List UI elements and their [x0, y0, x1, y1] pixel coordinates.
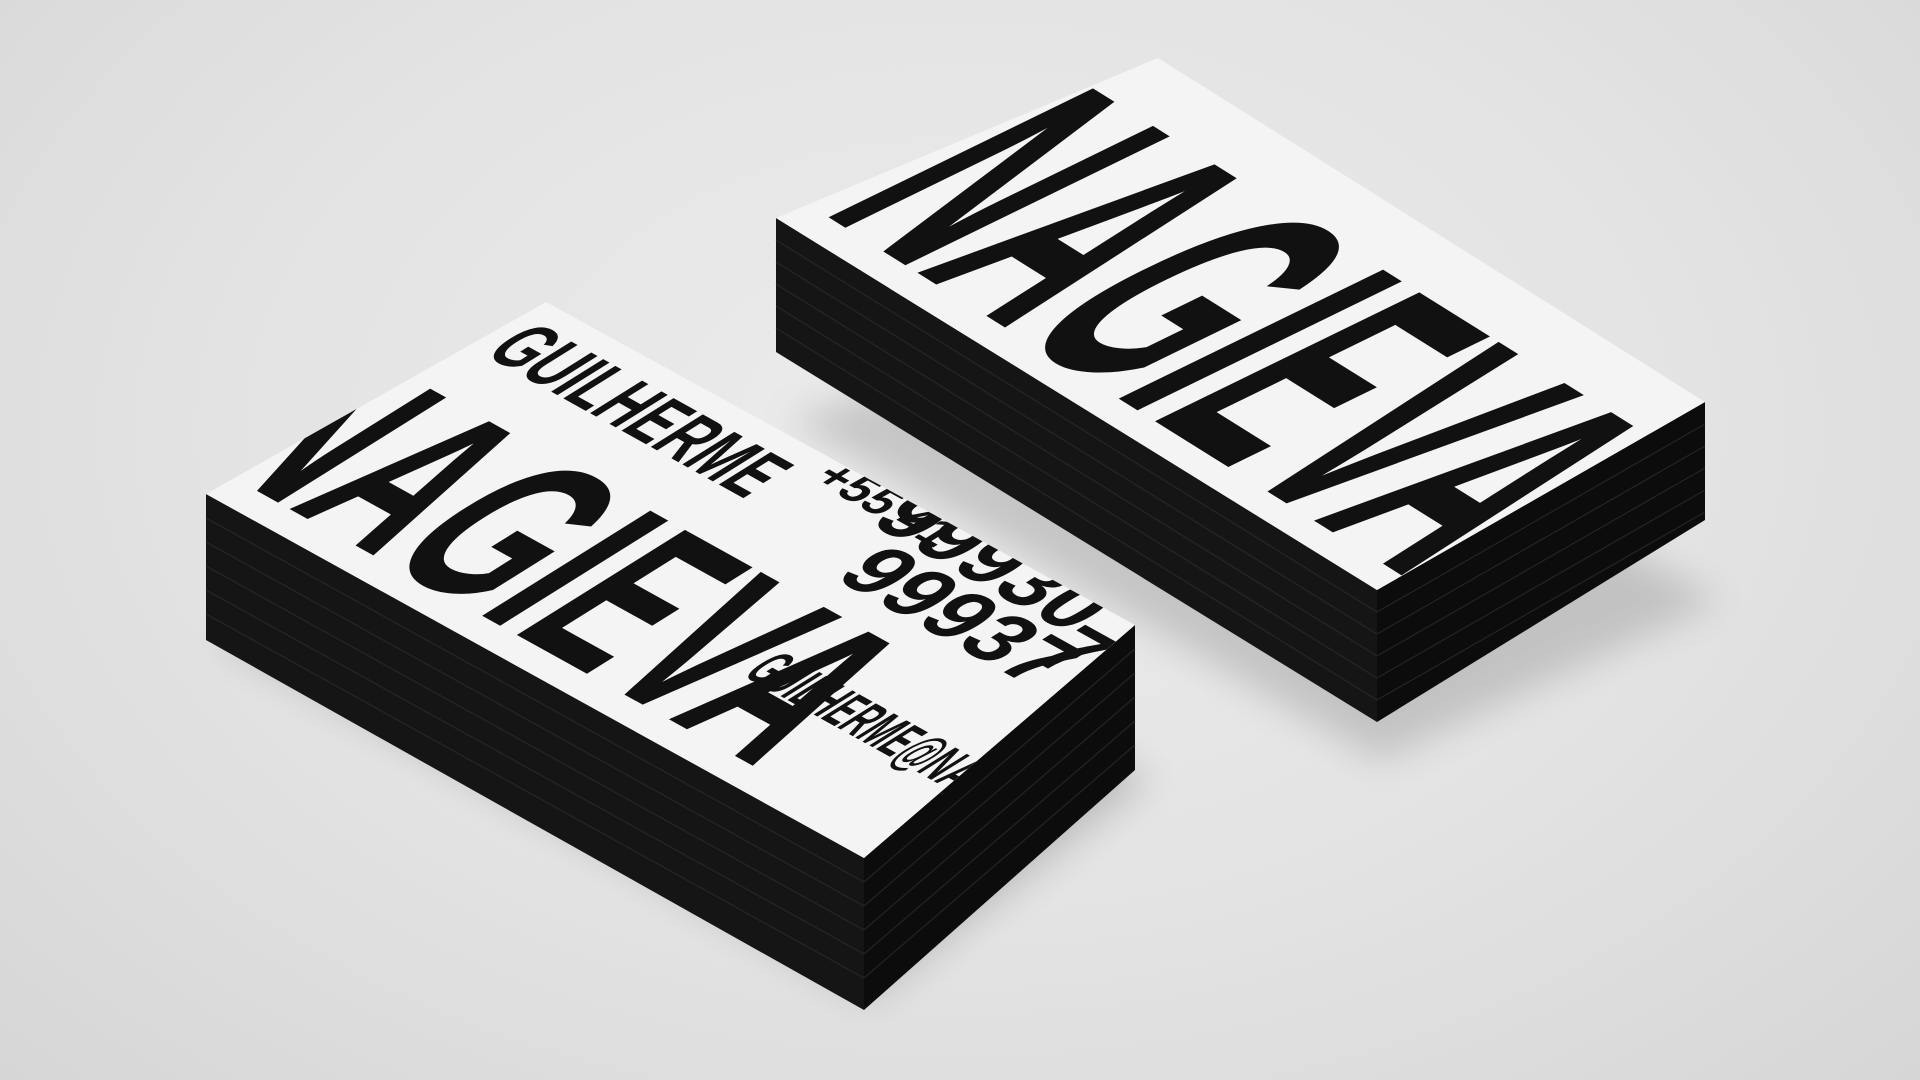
mockup-illustration: NAGIEVA GUILHERME NAGIEVA +55 41 99930 9… — [205, 58, 1720, 1010]
product-mockup-scene: NAGIEVA GUILHERME NAGIEVA +55 41 99930 9… — [0, 0, 1920, 1080]
